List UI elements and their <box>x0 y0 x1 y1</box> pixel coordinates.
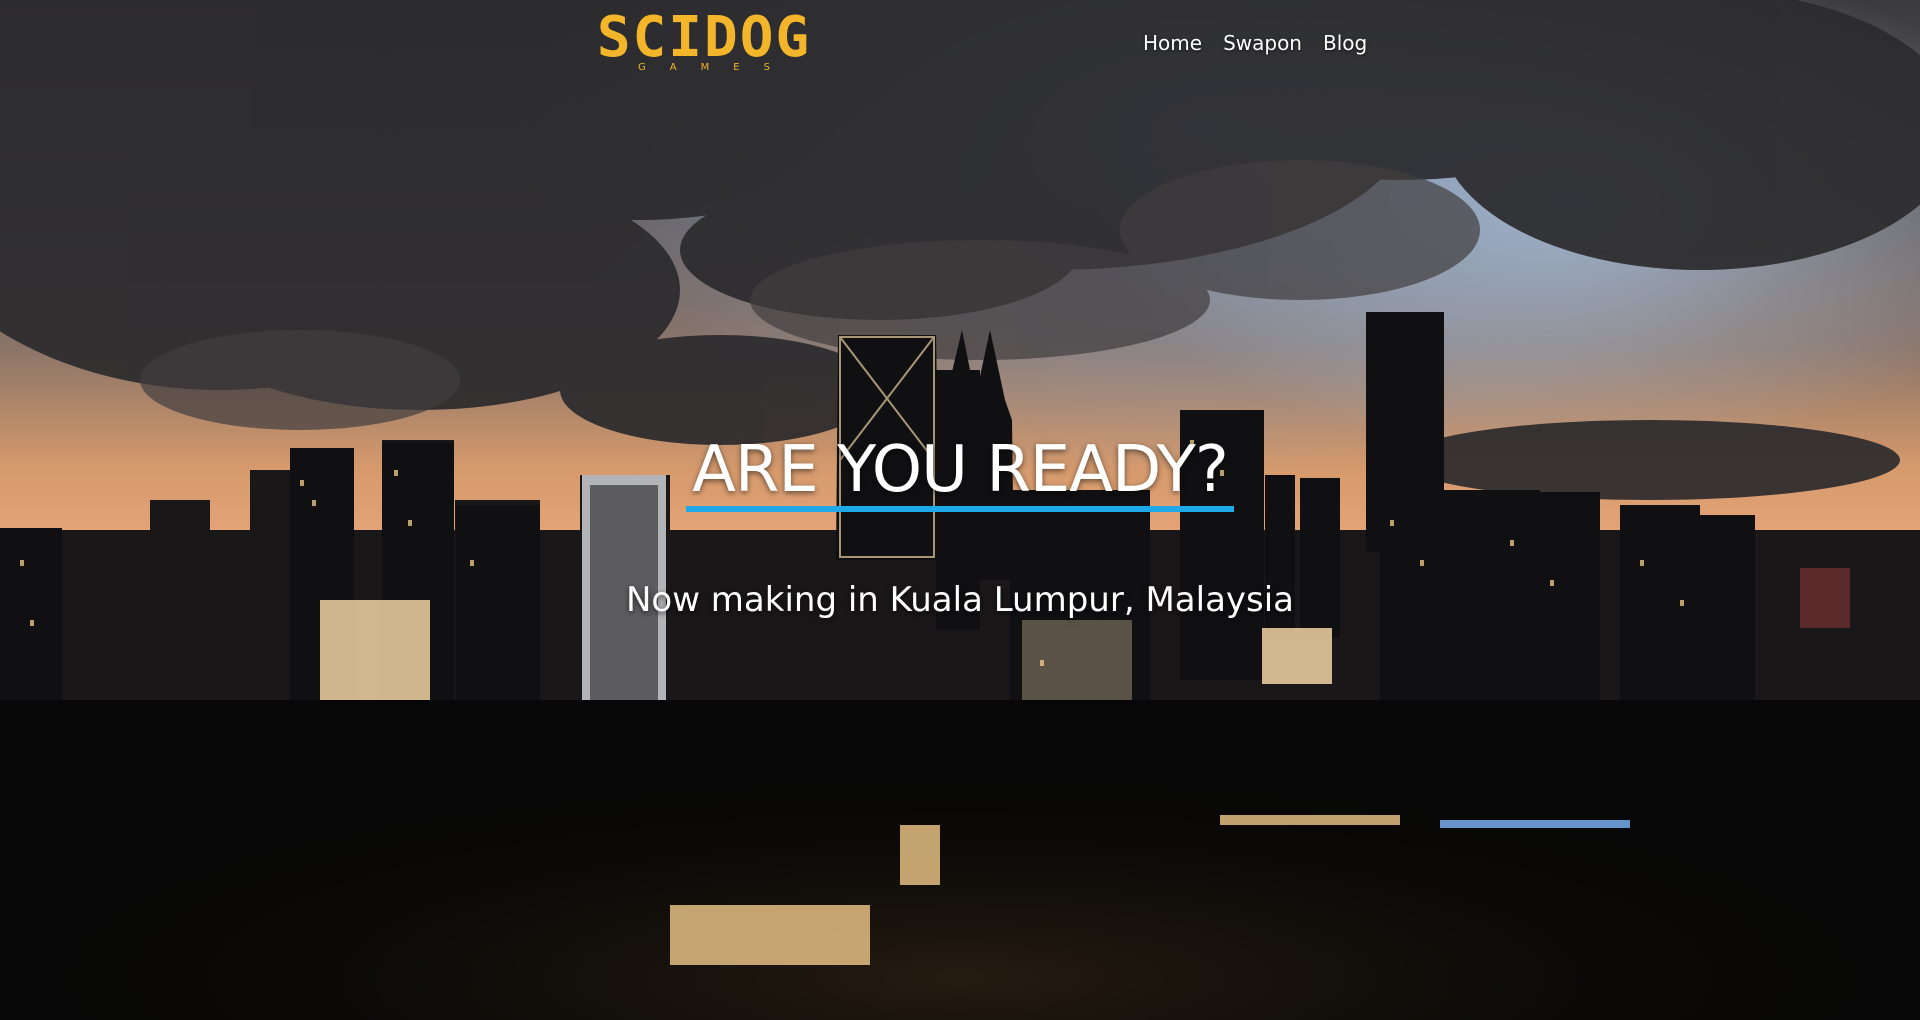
nav-link-swapon[interactable]: Swapon <box>1223 28 1302 58</box>
logo-subtext: GAMES <box>638 62 794 73</box>
logo-link[interactable]: SCIDOG GAMES <box>556 5 856 76</box>
logo-wordmark: SCIDOG <box>596 5 812 70</box>
hero-title-wrapper: ARE YOU READY? <box>0 434 1920 512</box>
hero-title-link[interactable]: ARE YOU READY? <box>686 434 1234 512</box>
nav-link-blog[interactable]: Blog <box>1323 28 1367 58</box>
landing-page: SCIDOG GAMES Home Swapon Blog ARE YOU RE… <box>0 0 1920 1020</box>
hero-subtitle: Now making in Kuala Lumpur, Malaysia <box>625 580 1295 620</box>
nav-link-home[interactable]: Home <box>1143 28 1202 58</box>
main-nav: Home Swapon Blog <box>1143 28 1388 58</box>
